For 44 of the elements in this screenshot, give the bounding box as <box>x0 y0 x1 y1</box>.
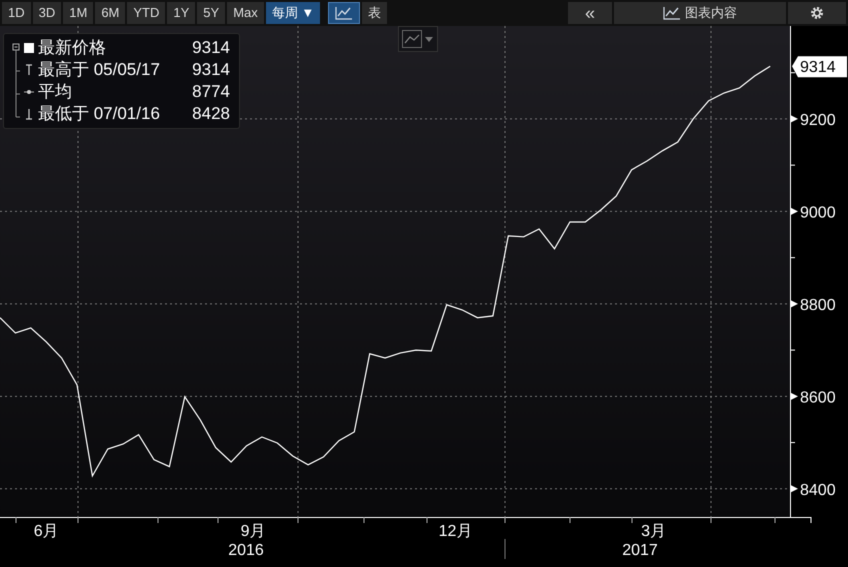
chart-type-dropdown[interactable] <box>398 26 438 52</box>
y-axis-label: 9200 <box>800 112 836 129</box>
year-label: 2017 <box>622 542 658 559</box>
legend-label: 最新价格 <box>37 37 107 59</box>
legend-value: 9314 <box>192 37 230 59</box>
x-axis-label: 12月 <box>438 523 472 540</box>
series-square-icon <box>24 43 34 53</box>
y-axis-label: 8400 <box>800 482 836 499</box>
legend-label: 最低于 07/01/16 <box>37 103 161 125</box>
x-axis-label: 6月 <box>34 523 59 540</box>
line-chart-icon <box>335 6 354 20</box>
y-axis-label: 9000 <box>800 204 836 222</box>
legend-value: 8428 <box>192 103 230 125</box>
frequency-dropdown[interactable]: 每周 ▼ <box>266 2 320 24</box>
settings-icon <box>810 6 824 20</box>
chart-icon <box>663 6 681 20</box>
table-view-button[interactable]: 表 <box>362 2 388 24</box>
range-button[interactable]: 1M <box>63 2 94 24</box>
high-marker-icon <box>25 64 33 76</box>
year-label: 2016 <box>228 542 264 559</box>
caret-icon <box>425 36 433 42</box>
range-button[interactable]: Max <box>227 2 264 24</box>
collapse-button[interactable]: « <box>568 2 612 24</box>
range-button[interactable]: 5Y <box>197 2 226 24</box>
range-button[interactable]: 1Y <box>167 2 196 24</box>
chart-view-button[interactable] <box>328 2 360 24</box>
line-chart-icon <box>402 30 422 48</box>
range-button[interactable]: 6M <box>95 2 126 24</box>
chart-contents-button[interactable]: 图表内容 <box>614 2 786 24</box>
range-button[interactable]: 1D <box>2 2 31 24</box>
range-button[interactable]: 3D <box>32 2 62 24</box>
range-button[interactable]: YTD <box>127 2 166 24</box>
y-axis-label: 8600 <box>800 389 836 406</box>
x-axis-label: 9月 <box>240 523 266 540</box>
last-price-label: 9314 <box>792 56 847 78</box>
low-marker-icon <box>25 108 33 120</box>
legend-value: 8774 <box>192 81 230 103</box>
average-marker-icon <box>24 89 34 95</box>
settings-button[interactable] <box>788 2 846 24</box>
x-axis-label: 3月 <box>641 523 666 540</box>
legend-value: 9314 <box>192 59 230 81</box>
y-axis-label: 8800 <box>800 296 836 314</box>
legend-label: 最高于 05/05/17 <box>37 59 161 81</box>
legend-label: 平均 <box>37 81 73 103</box>
